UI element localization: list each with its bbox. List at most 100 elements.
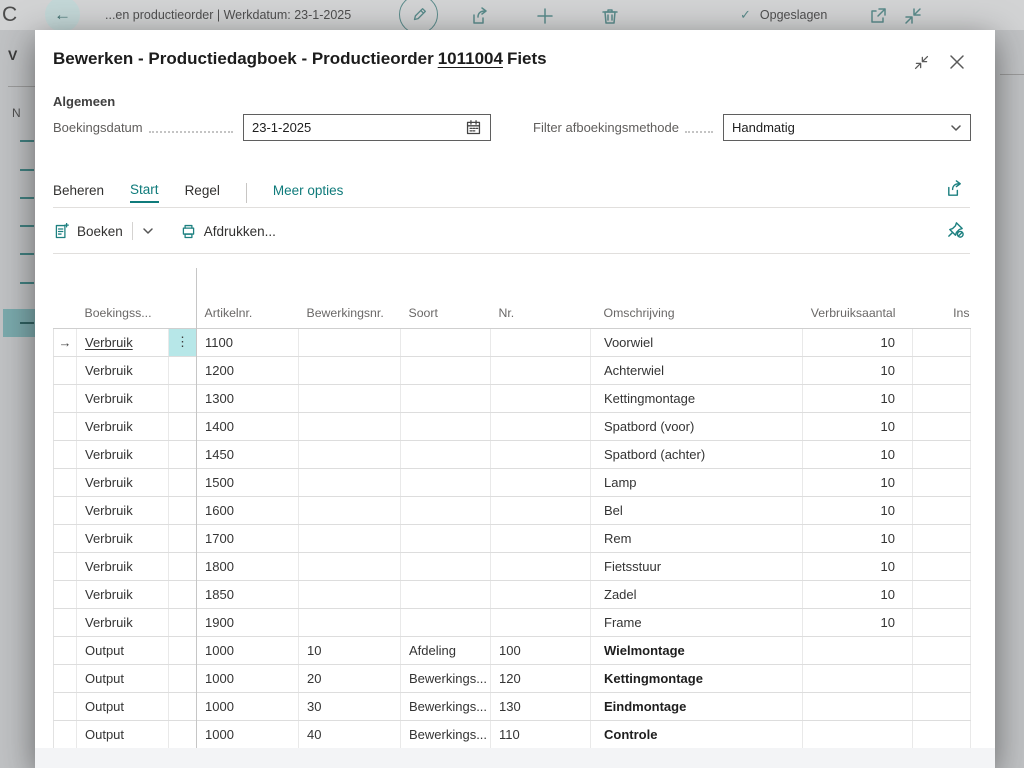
- cell-soort[interactable]: [401, 440, 491, 468]
- cell-nr[interactable]: [491, 468, 591, 496]
- cell-verbruiksaantal[interactable]: [803, 692, 913, 720]
- minimize-dialog-icon[interactable]: [913, 54, 930, 71]
- cell-verbruiksaantal[interactable]: 10: [803, 328, 913, 356]
- cell-nr[interactable]: [491, 552, 591, 580]
- cell-bewerkingsnr[interactable]: [299, 356, 401, 384]
- header-boekingssoort[interactable]: Boekingss...: [77, 296, 169, 328]
- cell-verbruiksaantal[interactable]: 10: [803, 412, 913, 440]
- posting-date-input[interactable]: [243, 114, 491, 141]
- table-row[interactable]: Verbruik 1850 Zadel 10: [54, 580, 971, 608]
- cell-nr[interactable]: [491, 412, 591, 440]
- cell-artikelnr[interactable]: 1800: [197, 552, 299, 580]
- cell-omschrijving[interactable]: Controle: [591, 720, 803, 748]
- cell-boekingssoort[interactable]: Verbruik: [77, 384, 169, 412]
- cell-nr[interactable]: [491, 440, 591, 468]
- cell-nr[interactable]: [491, 608, 591, 636]
- cell-ins[interactable]: [913, 356, 971, 384]
- cell-bewerkingsnr[interactable]: [299, 496, 401, 524]
- row-options-menu[interactable]: [169, 552, 197, 580]
- cell-verbruiksaantal[interactable]: 10: [803, 496, 913, 524]
- table-row[interactable]: Verbruik 1400 Spatbord (voor) 10: [54, 412, 971, 440]
- row-options-menu[interactable]: [169, 356, 197, 384]
- cell-artikelnr[interactable]: 1000: [197, 664, 299, 692]
- header-bewerkingsnr[interactable]: Bewerkingsnr.: [299, 296, 401, 328]
- cell-nr[interactable]: 130: [491, 692, 591, 720]
- row-options-menu[interactable]: [169, 468, 197, 496]
- cell-artikelnr[interactable]: 1600: [197, 496, 299, 524]
- cell-bewerkingsnr[interactable]: [299, 608, 401, 636]
- cell-ins[interactable]: [913, 580, 971, 608]
- table-row[interactable]: Verbruik 1600 Bel 10: [54, 496, 971, 524]
- cell-nr[interactable]: [491, 524, 591, 552]
- cell-artikelnr[interactable]: 1450: [197, 440, 299, 468]
- cell-bewerkingsnr[interactable]: 30: [299, 692, 401, 720]
- cell-soort[interactable]: [401, 580, 491, 608]
- cell-artikelnr[interactable]: 1850: [197, 580, 299, 608]
- cell-boekingssoort[interactable]: Verbruik: [77, 328, 169, 356]
- header-artikelnr[interactable]: Artikelnr.: [197, 296, 299, 328]
- post-button[interactable]: Boeken: [53, 223, 123, 240]
- cell-artikelnr[interactable]: 1000: [197, 692, 299, 720]
- share-icon[interactable]: [945, 179, 964, 198]
- cell-boekingssoort[interactable]: Verbruik: [77, 524, 169, 552]
- cell-omschrijving[interactable]: Bel: [591, 496, 803, 524]
- cell-boekingssoort[interactable]: Verbruik: [77, 440, 169, 468]
- cell-soort[interactable]: [401, 496, 491, 524]
- table-row[interactable]: Verbruik 1450 Spatbord (achter) 10: [54, 440, 971, 468]
- tab-regel[interactable]: Regel: [185, 183, 220, 202]
- cell-ins[interactable]: [913, 636, 971, 664]
- cell-soort[interactable]: [401, 468, 491, 496]
- cell-ins[interactable]: [913, 440, 971, 468]
- table-row[interactable]: Output 1000 10 Afdeling 100 Wielmontage: [54, 636, 971, 664]
- cell-boekingssoort[interactable]: Verbruik: [77, 496, 169, 524]
- cell-artikelnr[interactable]: 1400: [197, 412, 299, 440]
- print-button[interactable]: Afdrukken...: [180, 223, 276, 240]
- cell-nr[interactable]: 110: [491, 720, 591, 748]
- cell-verbruiksaantal[interactable]: [803, 636, 913, 664]
- cell-nr[interactable]: 100: [491, 636, 591, 664]
- tab-meer-opties[interactable]: Meer opties: [273, 183, 344, 202]
- cell-verbruiksaantal[interactable]: 10: [803, 356, 913, 384]
- row-options-menu[interactable]: [169, 636, 197, 664]
- cell-ins[interactable]: [913, 524, 971, 552]
- cell-boekingssoort[interactable]: Verbruik: [77, 468, 169, 496]
- cell-soort[interactable]: [401, 328, 491, 356]
- cell-soort[interactable]: [401, 356, 491, 384]
- cell-soort[interactable]: Bewerkings...: [401, 664, 491, 692]
- cell-nr[interactable]: [491, 356, 591, 384]
- cell-omschrijving[interactable]: Voorwiel: [591, 328, 803, 356]
- cell-omschrijving[interactable]: Spatbord (voor): [591, 412, 803, 440]
- cell-nr[interactable]: [491, 580, 591, 608]
- cell-artikelnr[interactable]: 1000: [197, 720, 299, 748]
- cell-verbruiksaantal[interactable]: 10: [803, 580, 913, 608]
- cell-bewerkingsnr[interactable]: [299, 440, 401, 468]
- table-row[interactable]: Verbruik 1200 Achterwiel 10: [54, 356, 971, 384]
- cell-verbruiksaantal[interactable]: 10: [803, 552, 913, 580]
- calendar-icon[interactable]: [465, 119, 482, 136]
- cell-soort[interactable]: [401, 384, 491, 412]
- cell-boekingssoort[interactable]: Output: [77, 664, 169, 692]
- row-options-menu[interactable]: [169, 664, 197, 692]
- cell-ins[interactable]: [913, 720, 971, 748]
- table-row[interactable]: → Verbruik ⋮ 1100 Voorwiel 10: [54, 328, 971, 356]
- cell-omschrijving[interactable]: Lamp: [591, 468, 803, 496]
- cell-boekingssoort[interactable]: Verbruik: [77, 608, 169, 636]
- cell-soort[interactable]: [401, 552, 491, 580]
- row-options-menu[interactable]: [169, 384, 197, 412]
- header-omschrijving[interactable]: Omschrijving: [591, 296, 803, 328]
- cell-verbruiksaantal[interactable]: 10: [803, 468, 913, 496]
- cell-omschrijving[interactable]: Achterwiel: [591, 356, 803, 384]
- chevron-down-icon[interactable]: [142, 225, 154, 237]
- cell-omschrijving[interactable]: Zadel: [591, 580, 803, 608]
- cell-ins[interactable]: [913, 496, 971, 524]
- cell-soort[interactable]: Bewerkings...: [401, 692, 491, 720]
- row-options-menu[interactable]: [169, 608, 197, 636]
- cell-nr[interactable]: 120: [491, 664, 591, 692]
- tab-beheren[interactable]: Beheren: [53, 183, 104, 202]
- cell-bewerkingsnr[interactable]: [299, 328, 401, 356]
- cell-soort[interactable]: Afdeling: [401, 636, 491, 664]
- header-nr[interactable]: Nr.: [491, 296, 591, 328]
- cell-verbruiksaantal[interactable]: 10: [803, 524, 913, 552]
- row-options-menu[interactable]: [169, 412, 197, 440]
- tab-start[interactable]: Start: [130, 182, 159, 203]
